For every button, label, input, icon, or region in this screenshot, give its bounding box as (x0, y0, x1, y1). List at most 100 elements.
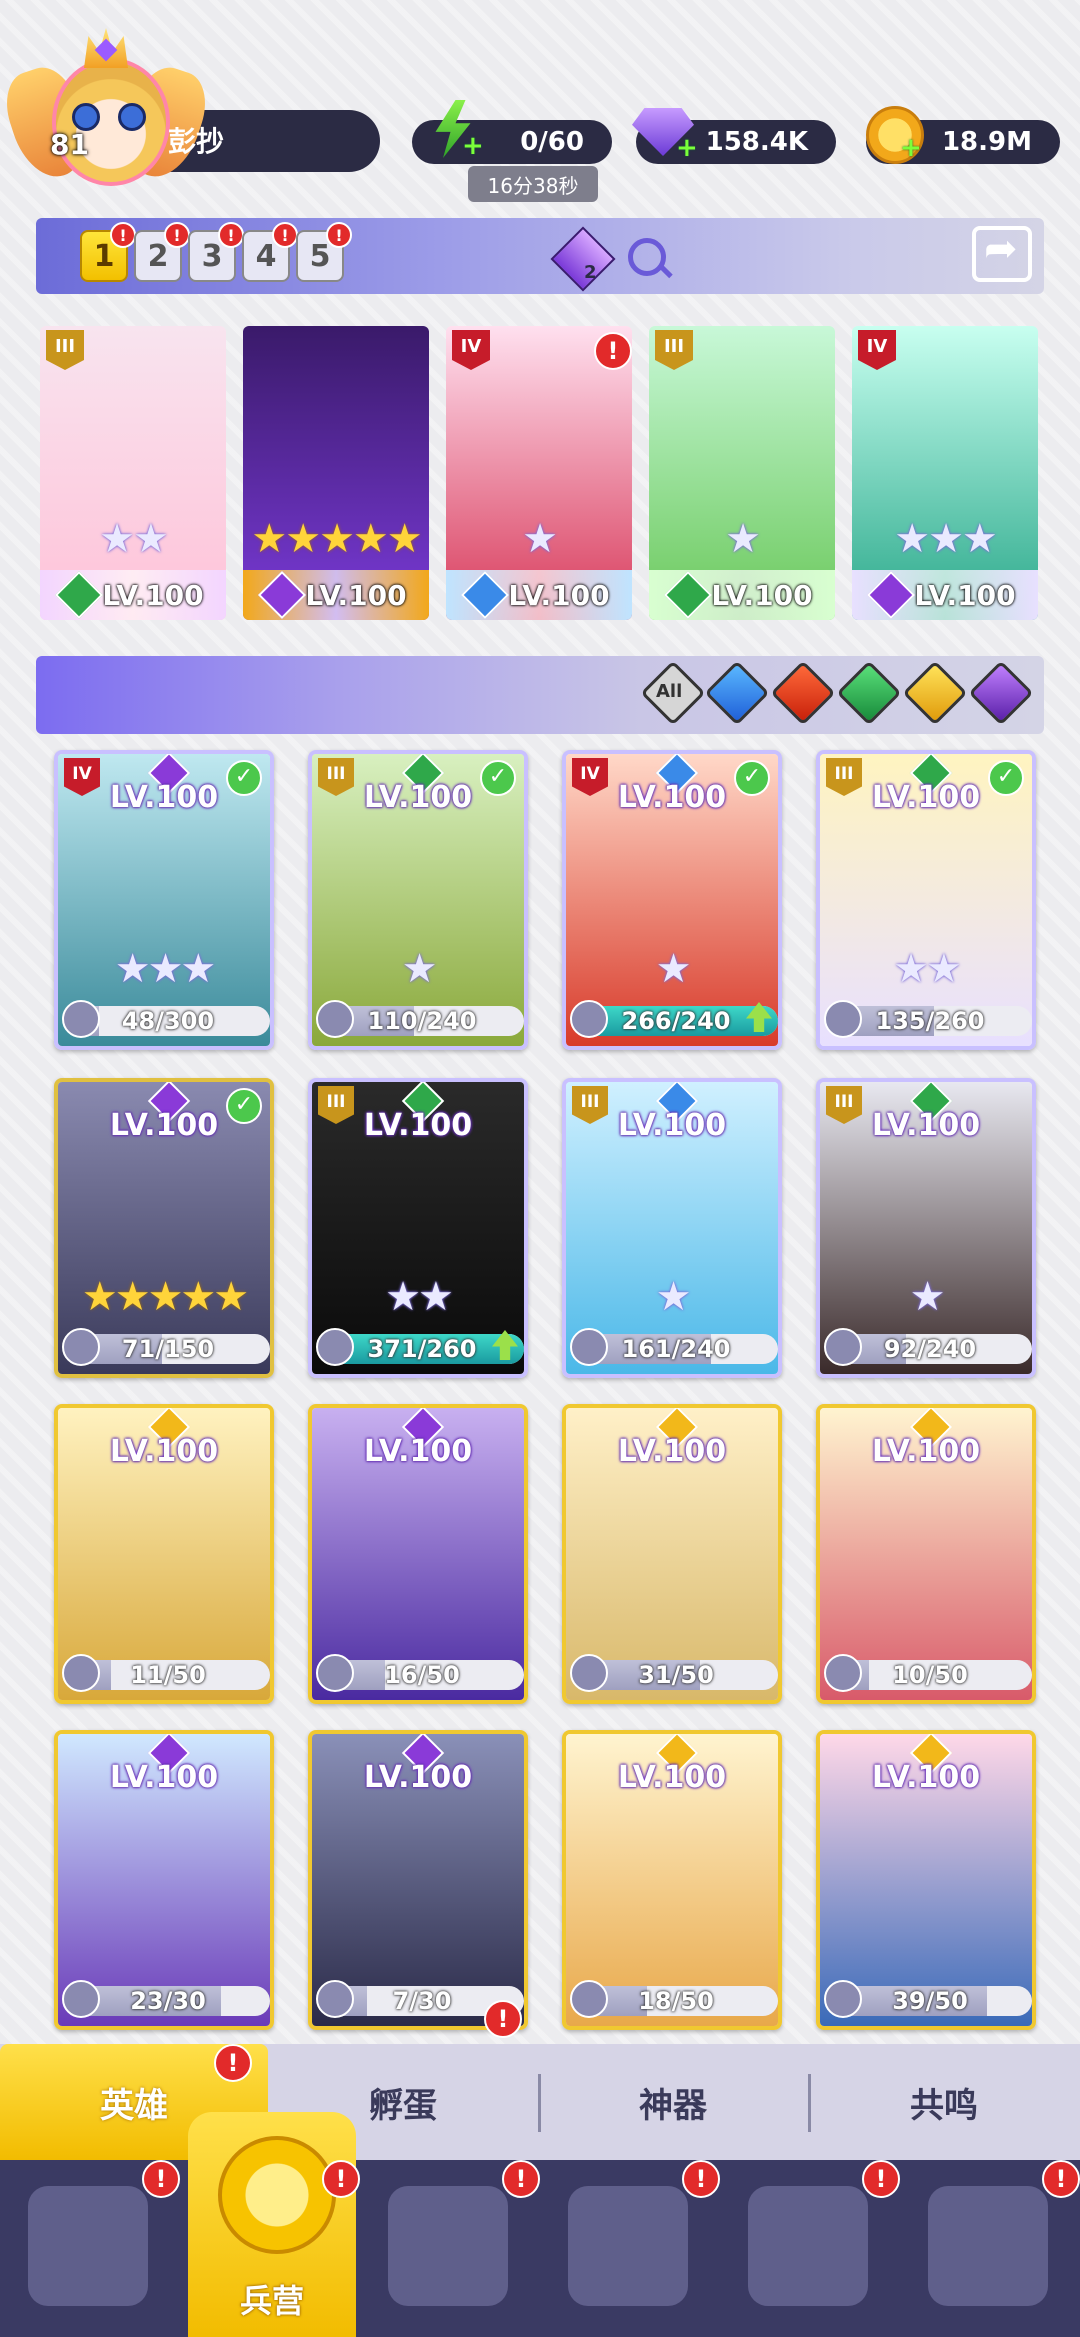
hero-card[interactable]: LV.100 10/50 (816, 1404, 1036, 1704)
fragment-icon (316, 1328, 354, 1366)
level-text: LV.100 (617, 1760, 727, 1795)
dark-element-icon (867, 570, 916, 620)
fragment-icon (316, 1654, 354, 1692)
gems-value: 158.4K (705, 127, 808, 157)
level-text: LV.100 (109, 780, 219, 815)
team-hero-card[interactable]: ★★★★★ LV.100 (243, 326, 429, 620)
hero-card[interactable]: III LV.100 ★★ 371/260 (308, 1078, 528, 1378)
level-text: LV.100 (617, 780, 727, 815)
nav-active-label: 兵营 (239, 2282, 304, 2320)
alert-badge: ! (594, 332, 632, 370)
fragment-icon (570, 1000, 608, 1038)
level-text: LV.100 (617, 1108, 727, 1143)
player-avatar[interactable] (0, 28, 216, 196)
team-hero-card[interactable]: III ★★ LV.100 (40, 326, 226, 620)
level-text: LV.100 (871, 1108, 981, 1143)
star-rating: ★★★★★ (251, 516, 422, 562)
level-bar: LV.100 (649, 570, 835, 620)
alert-badge: ! (502, 2160, 540, 2198)
hero-card[interactable]: III LV.100 ★ 92/240 (816, 1078, 1036, 1378)
dark-element-icon (258, 570, 307, 620)
alert-badge: ! (682, 2160, 720, 2198)
hero-card[interactable]: LV.100 16/50 (308, 1404, 528, 1704)
tab-divider (808, 2074, 811, 2132)
fragment-icon (316, 1000, 354, 1038)
mushroom-icon[interactable] (748, 2186, 868, 2306)
fragment-icon (570, 1980, 608, 2018)
hero-card[interactable]: LV.100 11/50 (54, 1404, 274, 1704)
star-rating: ★ (909, 1274, 946, 1320)
alert-badge: ! (110, 222, 136, 248)
hero-card[interactable]: LV.100 39/50 (816, 1730, 1036, 2030)
alert-badge: ! (484, 2000, 522, 2038)
alert-badge: ! (1042, 2160, 1080, 2198)
avatar-face (52, 58, 170, 186)
map-icon[interactable] (388, 2186, 508, 2306)
player-name: 彭抄 (168, 125, 225, 158)
gems-plus-icon[interactable]: + (676, 135, 698, 161)
water-element-icon (461, 570, 510, 620)
level-text: LV.100 (363, 1434, 473, 1469)
level-text: LV.100 (363, 1108, 473, 1143)
cards-icon[interactable] (28, 2186, 148, 2306)
fragment-icon (62, 1980, 100, 2018)
star-rating: ★ (522, 516, 558, 562)
alert-badge: ! (272, 222, 298, 248)
team-hero-card[interactable]: III ★ LV.100 (649, 326, 835, 620)
star-rating: ★ (655, 1274, 692, 1320)
star-rating: ★★ (893, 946, 962, 992)
level-text: LV.100 (109, 1108, 219, 1143)
tab-2[interactable]: 神器 (538, 2044, 808, 2160)
barracks-icon (218, 2136, 336, 2254)
star-rating: ★ (655, 946, 692, 992)
level-text: LV.100 (914, 578, 1016, 612)
level-text: LV.100 (305, 578, 407, 612)
earth-element-icon (664, 570, 713, 620)
level-text: LV.100 (109, 1760, 219, 1795)
hero-card[interactable]: IV ✓ LV.100 ★ 266/240 (562, 750, 782, 1050)
energy-value: 0/60 (520, 127, 584, 157)
team-hero-card[interactable]: IV ★ LV.100 (446, 326, 632, 620)
share-icon[interactable] (972, 226, 1032, 282)
alert-badge: ! (164, 222, 190, 248)
team-hero-card[interactable]: IV ★★★ LV.100 (852, 326, 1038, 620)
tab-3[interactable]: 共鸣 (808, 2044, 1080, 2160)
player-level: 81 (50, 128, 89, 161)
level-text: LV.100 (711, 578, 813, 612)
level-text: LV.100 (871, 1434, 981, 1469)
hero-card[interactable]: LV.100 18/50 (562, 1730, 782, 2030)
star-rating: ★★ (99, 516, 169, 562)
fragment-icon (62, 1000, 100, 1038)
level-bar: LV.100 (852, 570, 1038, 620)
level-text: LV.100 (508, 578, 610, 612)
fragment-icon (316, 1980, 354, 2018)
fragment-icon (62, 1654, 100, 1692)
banner-icon[interactable] (928, 2186, 1048, 2306)
energy-plus-icon[interactable]: + (462, 133, 484, 159)
level-text: LV.100 (363, 1760, 473, 1795)
hero-card[interactable]: LV.100 7/30 (308, 1730, 528, 2030)
hero-card[interactable]: ✓ LV.100 ★★★★★ 71/150 (54, 1078, 274, 1378)
search-icon[interactable] (628, 238, 666, 276)
star-rating: ★★★ (894, 516, 998, 562)
fragment-icon (824, 1980, 862, 2018)
star-rating: ★★ (385, 1274, 454, 1320)
alert-badge: ! (142, 2160, 180, 2198)
hero-card[interactable]: IV ✓ LV.100 ★★★ 48/300 (54, 750, 274, 1050)
earth-element-icon (55, 570, 104, 620)
coins-plus-icon[interactable]: + (900, 135, 922, 161)
star-rating: ★★★ (114, 946, 217, 992)
energy-timer: 16分38秒 (468, 166, 598, 202)
hero-card[interactable]: LV.100 31/50 (562, 1404, 782, 1704)
castle-icon[interactable] (568, 2186, 688, 2306)
level-bar: LV.100 (40, 570, 226, 620)
hero-card[interactable]: III LV.100 ★ 161/240 (562, 1078, 782, 1378)
level-text: LV.100 (871, 780, 981, 815)
hero-card[interactable]: III ✓ LV.100 ★ 110/240 (308, 750, 528, 1050)
alert-badge: ! (322, 2160, 360, 2198)
star-rating: ★★★★★ (81, 1274, 249, 1320)
hero-card[interactable]: LV.100 23/30 (54, 1730, 274, 2030)
hero-card[interactable]: III ✓ LV.100 ★★ 135/260 (816, 750, 1036, 1050)
alert-badge: ! (326, 222, 352, 248)
level-text: LV.100 (102, 578, 204, 612)
